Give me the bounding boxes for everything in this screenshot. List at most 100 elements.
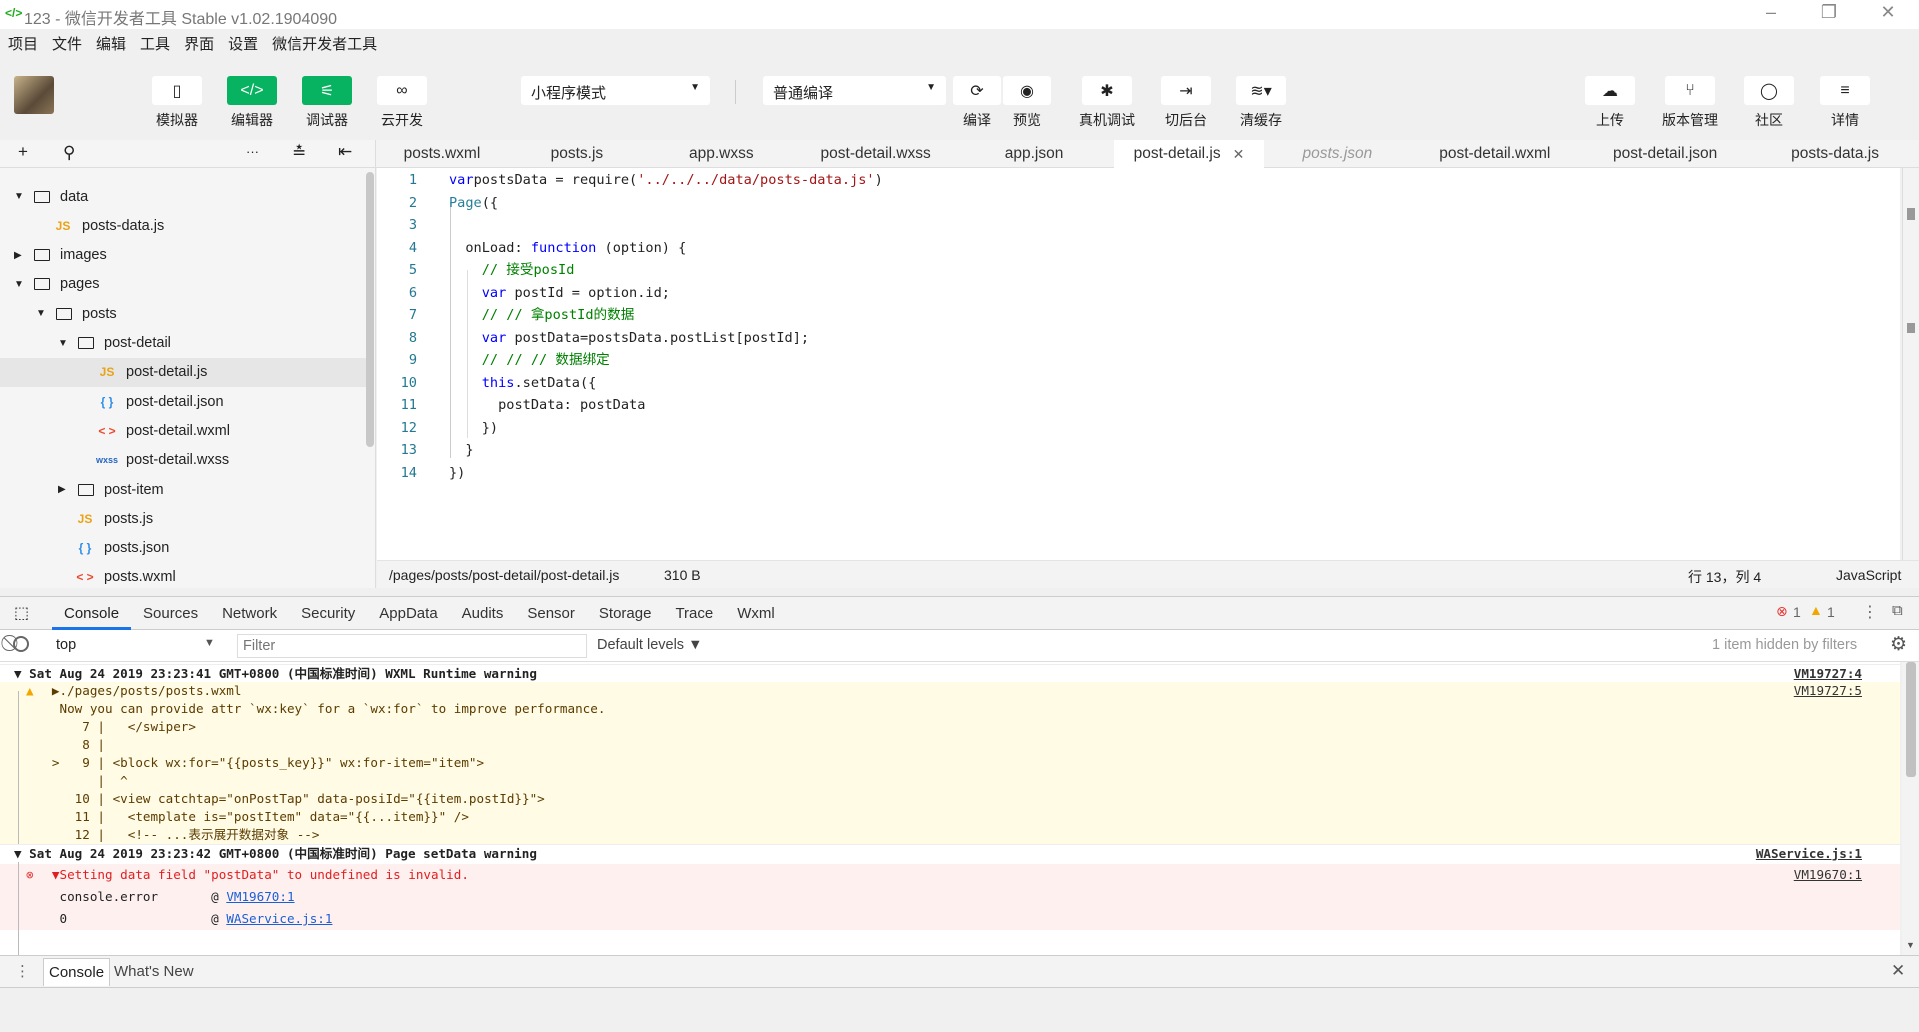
drawer-tab-whats-new[interactable]: What's New xyxy=(114,963,194,980)
tree-item-posts.js[interactable]: JS posts.js xyxy=(0,504,366,533)
code-line[interactable]: 7 // // 拿postId的数据 xyxy=(377,304,1877,326)
toolbar-label[interactable]: 清缓存 xyxy=(1221,110,1301,130)
context-select[interactable]: top ▼ xyxy=(46,634,222,658)
devtools-tab-trace[interactable]: Trace xyxy=(663,597,725,630)
log-levels-select[interactable]: Default levels ▼ xyxy=(597,637,702,653)
drawer-tab-console[interactable]: Console xyxy=(43,958,111,986)
kebab-menu-icon[interactable]: ⋮ xyxy=(1862,602,1878,622)
toolbar-button[interactable]: ☁ xyxy=(1585,76,1635,105)
toolbar-label[interactable]: 详情 xyxy=(1805,110,1885,130)
source-link[interactable]: VM19727:5 xyxy=(1794,682,1862,700)
more-icon[interactable]: ··· xyxy=(246,144,259,159)
source-link[interactable]: WAService.js:1 xyxy=(1756,845,1862,863)
toolbar-button[interactable]: </> xyxy=(227,76,277,105)
menu-item[interactable]: 界面 xyxy=(184,33,214,54)
code-line[interactable]: 5 // 接受posId xyxy=(377,259,1877,281)
devtools-tab-sources[interactable]: Sources xyxy=(131,597,210,630)
caret-down-icon[interactable]: ▼ xyxy=(36,308,50,319)
tree-item-data[interactable]: ▼ data xyxy=(0,182,366,211)
code-line[interactable]: 13 } xyxy=(377,439,1877,461)
devtools-tab-storage[interactable]: Storage xyxy=(587,597,664,630)
code-line[interactable]: 3 xyxy=(377,214,1877,236)
toolbar-button[interactable]: ⚟ xyxy=(302,76,352,105)
devtools-tab-console[interactable]: Console xyxy=(52,597,132,630)
caret-right-icon[interactable]: ▶ xyxy=(14,250,28,261)
inspect-element-icon[interactable]: ⬚ xyxy=(14,603,29,623)
toolbar-label[interactable]: 预览 xyxy=(987,110,1067,130)
toolbar-label[interactable]: 云开发 xyxy=(362,110,442,130)
toolbar-label[interactable]: 社区 xyxy=(1729,110,1809,130)
toolbar-label[interactable]: 上传 xyxy=(1570,110,1650,130)
tab-posts.wxml[interactable]: posts.wxml xyxy=(376,140,508,168)
menu-item[interactable]: 项目 xyxy=(8,33,38,54)
code-line[interactable]: 1 varpostsData = require('../../../data/p… xyxy=(377,169,1877,191)
toolbar-label[interactable]: 编辑器 xyxy=(212,110,292,130)
avatar[interactable] xyxy=(14,76,54,114)
editor-scrollbar[interactable] xyxy=(1902,168,1919,560)
add-file-icon[interactable]: + xyxy=(18,142,28,162)
tab-post-detail.wxml[interactable]: post-detail.wxml xyxy=(1410,140,1579,168)
toolbar-button[interactable]: ≋▾ xyxy=(1236,76,1286,105)
tree-item-posts-data.js[interactable]: JS posts-data.js xyxy=(0,211,366,240)
caret-down-icon[interactable]: ▼ xyxy=(14,191,28,202)
devtools-tab-wxml[interactable]: Wxml xyxy=(725,597,787,630)
sidebar-scrollbar[interactable] xyxy=(366,172,374,447)
restore-button[interactable]: ❐ xyxy=(1814,2,1844,23)
tab-app.wxss[interactable]: app.wxss xyxy=(646,140,797,168)
console-settings-icon[interactable]: ⚙ xyxy=(1890,633,1907,656)
toolbar-button[interactable]: ◯ xyxy=(1744,76,1794,105)
search-icon[interactable]: ⚲ xyxy=(63,143,75,163)
filter-input[interactable] xyxy=(237,634,587,658)
toolbar-button[interactable]: ✱ xyxy=(1082,76,1132,105)
devtools-tab-appdata[interactable]: AppData xyxy=(367,597,449,630)
tree-item-post-detail.json[interactable]: { } post-detail.json xyxy=(0,387,366,416)
menu-item[interactable]: 设置 xyxy=(228,33,258,54)
toolbar-button[interactable]: ≡ xyxy=(1820,76,1870,105)
scroll-thumb[interactable] xyxy=(1906,662,1916,777)
outline-icon[interactable]: ≛ xyxy=(292,143,306,163)
devtools-tab-security[interactable]: Security xyxy=(289,597,367,630)
code-line[interactable]: 10 this.setData({ xyxy=(377,372,1877,394)
menu-item[interactable]: 工具 xyxy=(140,33,170,54)
code-line[interactable]: 6 var postId = option.id; xyxy=(377,282,1877,304)
stack-link[interactable]: WAService.js:1 xyxy=(226,911,332,926)
cursor-position[interactable]: 行 13，列 4 xyxy=(1688,567,1761,587)
tree-item-post-item[interactable]: ▶ post-item xyxy=(0,475,366,504)
code-line[interactable]: 4 onLoad: function (option) { xyxy=(377,237,1877,259)
menu-item[interactable]: 编辑 xyxy=(96,33,126,54)
collapse-sidebar-icon[interactable]: ⇤ xyxy=(338,142,352,162)
source-link[interactable]: VM19670:1 xyxy=(1794,864,1862,886)
compile-select[interactable]: 普通编译 ▼ xyxy=(763,76,946,105)
language-mode[interactable]: JavaScript xyxy=(1836,567,1901,583)
menu-item[interactable]: 微信开发者工具 xyxy=(272,33,377,54)
warning-count[interactable]: 1 xyxy=(1827,604,1835,620)
toolbar-label[interactable]: 版本管理 xyxy=(1650,110,1730,130)
tree-item-post-detail.wxml[interactable]: < > post-detail.wxml xyxy=(0,416,366,445)
console-scrollbar[interactable]: ▼ xyxy=(1902,662,1919,955)
tree-item-post-detail[interactable]: ▼ post-detail xyxy=(0,329,366,358)
tab-post-detail.json[interactable]: post-detail.json xyxy=(1579,140,1751,168)
tab-posts-data.js[interactable]: posts-data.js xyxy=(1751,140,1919,168)
toolbar-label[interactable]: 调试器 xyxy=(287,110,367,130)
toolbar-button[interactable]: ◉ xyxy=(1003,76,1051,105)
close-drawer-button[interactable]: ✕ xyxy=(1891,961,1905,981)
clear-console-icon[interactable] xyxy=(13,636,29,652)
mode-select[interactable]: 小程序模式 ▼ xyxy=(521,76,710,105)
tab-posts.js[interactable]: posts.js xyxy=(508,140,646,168)
toolbar-button[interactable]: ⟳ xyxy=(953,76,1001,105)
stack-link[interactable]: VM19670:1 xyxy=(226,889,294,904)
minimize-button[interactable]: – xyxy=(1756,2,1786,23)
caret-down-icon[interactable]: ▼ xyxy=(14,279,28,290)
tree-item-posts.wxml[interactable]: < > posts.wxml xyxy=(0,563,366,592)
scroll-down-icon[interactable]: ▼ xyxy=(1906,940,1915,950)
toolbar-button[interactable]: ∞ xyxy=(377,76,427,105)
code-editor[interactable]: 1 varpostsData = require('../../../data/p… xyxy=(377,168,1900,560)
error-count[interactable]: 1 xyxy=(1793,604,1801,620)
tree-item-posts.json[interactable]: { } posts.json xyxy=(0,534,366,563)
toolbar-label[interactable]: 真机调试 xyxy=(1067,110,1147,130)
source-link[interactable]: VM19727:4 xyxy=(1794,665,1862,683)
tree-item-post-detail.js[interactable]: JS post-detail.js xyxy=(0,357,366,387)
caret-right-icon[interactable]: ▶ xyxy=(58,484,72,495)
code-line[interactable]: 2 Page({ xyxy=(377,192,1877,214)
toolbar-label[interactable]: 模拟器 xyxy=(137,110,217,130)
